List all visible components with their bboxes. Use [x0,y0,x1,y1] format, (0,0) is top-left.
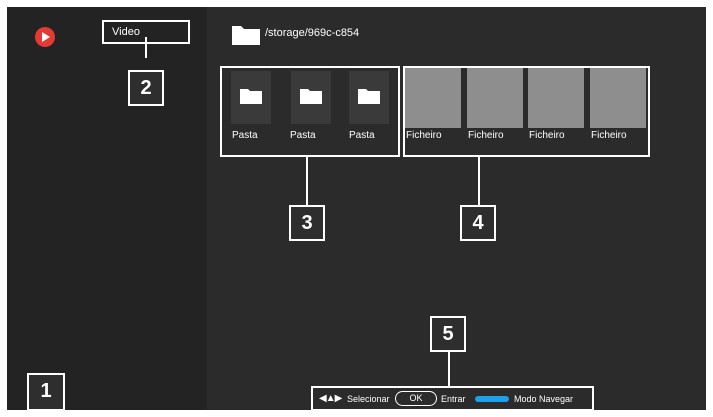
current-path: /storage/969c-c854 [265,27,360,39]
folder-icon [232,26,260,45]
enter-hint: Entrar [441,394,466,404]
callout-number: 1 [27,373,65,411]
blue-key [475,396,509,402]
select-hint: Selecionar [347,394,390,404]
callout-number: 4 [460,205,496,241]
callout-5-connector [448,350,450,386]
source-label: Video [112,26,140,38]
ok-key: OK [395,391,437,406]
navigation-arrows-icon: ◀▲▶ [319,393,342,404]
sidebar: Video [7,7,207,410]
play-icon[interactable] [35,27,55,47]
callout-3-connector [306,157,308,205]
help-bar: ◀▲▶ Selecionar OK Entrar Modo Navegar [311,386,594,411]
files-callout-frame [403,66,650,157]
callout-number: 2 [128,70,164,106]
callout-4-connector [478,157,480,205]
folders-callout-frame [220,66,400,157]
callout-number: 3 [289,205,325,241]
callout-2-connector [145,37,147,58]
callout-number: 5 [430,316,466,352]
mode-hint: Modo Navegar [514,394,574,404]
